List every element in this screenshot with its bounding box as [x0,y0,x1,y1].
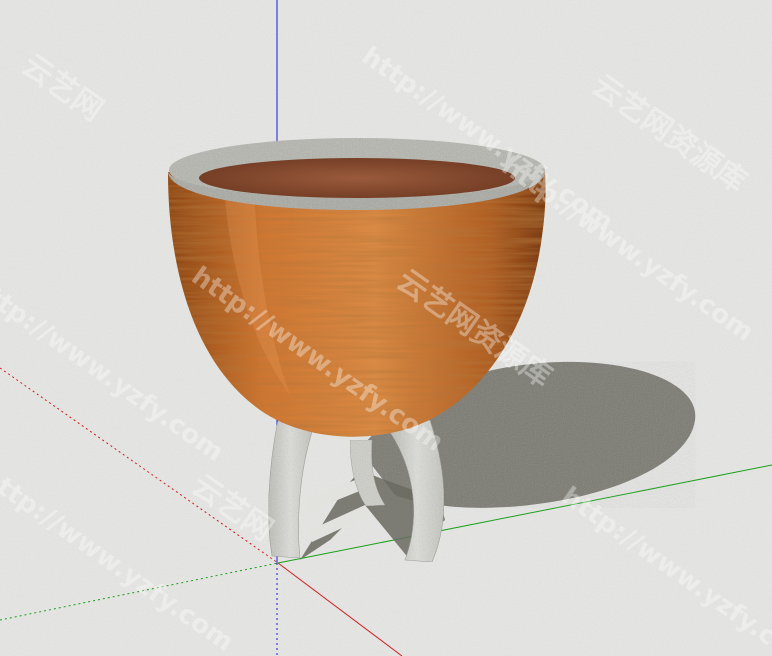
modeling-viewport[interactable]: http://www.yzfy.com 云艺网资源库 http://www.yz… [0,0,772,656]
soil-surface [199,158,515,198]
3d-scene[interactable]: http://www.yzfy.com 云艺网资源库 http://www.yz… [0,0,772,656]
